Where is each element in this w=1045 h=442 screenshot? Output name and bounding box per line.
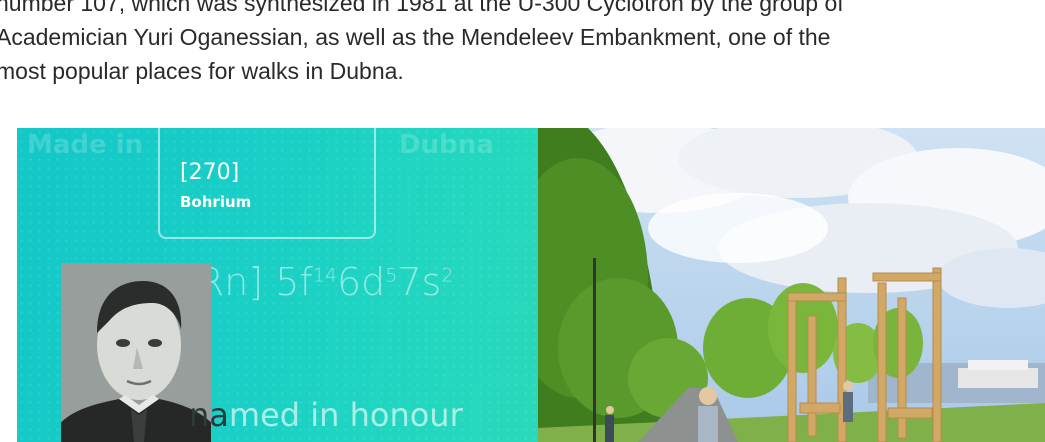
embankment-illustration <box>538 128 1045 442</box>
mendeleev-embankment-photo <box>538 128 1045 442</box>
named-line-1: named in honour <box>189 396 463 434</box>
article-line-1: number 107, which was synthesized in 198… <box>0 0 844 16</box>
element-card: [270] Bohrium <box>158 128 376 239</box>
atomic-mass: [270] <box>180 160 240 185</box>
config-exp-3: 2 <box>441 264 454 287</box>
config-exp-1: 14 <box>312 264 337 287</box>
ghost-text-dubna: Dubna <box>399 130 494 160</box>
bohrium-image: Made in Dubna [270] Bohrium [Rn] 5f146d5… <box>17 128 538 442</box>
article-line-2: Academician Yuri Oganessian, as well as … <box>0 24 831 50</box>
named-in-honour-text: named in honour <box>189 396 463 434</box>
ghost-text-made-in: Made in <box>27 130 144 160</box>
article-line-3: most popular places for walks in Dubna. <box>0 58 404 84</box>
config-part-3: 7s <box>397 260 442 304</box>
element-name: Bohrium <box>180 193 252 211</box>
config-part-2: 6d <box>336 260 386 304</box>
electron-configuration: [Rn] 5f146d57s2 <box>183 260 453 304</box>
config-exp-2: 5 <box>385 264 398 287</box>
article-paragraph: number 107, which was synthesized in 198… <box>0 0 1045 88</box>
